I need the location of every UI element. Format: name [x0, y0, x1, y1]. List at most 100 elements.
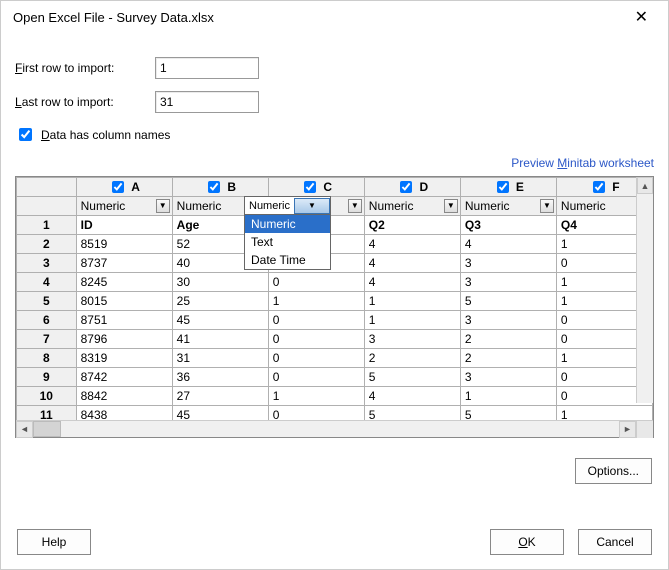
row-number: 2 — [17, 235, 77, 254]
row-number: 6 — [17, 311, 77, 330]
header-cell: Q3 — [460, 216, 556, 235]
chevron-down-icon[interactable]: ▼ — [348, 199, 362, 213]
data-cell: 3 — [460, 311, 556, 330]
data-cell: 4 — [364, 254, 460, 273]
data-cell: 0 — [268, 406, 364, 421]
data-cell: 2 — [364, 349, 460, 368]
data-cell: 1 — [268, 387, 364, 406]
column-include-checkbox[interactable] — [208, 181, 220, 193]
row-number: 11 — [17, 406, 77, 421]
column-type-dropdown-open[interactable]: Numeric ▼ Numeric Text Date Time — [244, 196, 331, 270]
column-type-value: Numeric — [465, 199, 510, 213]
data-cell: 8015 — [76, 292, 172, 311]
data-cell: 1 — [556, 406, 652, 421]
data-cell: 0 — [268, 273, 364, 292]
header-cell: ID — [76, 216, 172, 235]
last-row-label: Last row to import: — [15, 95, 155, 109]
dropdown-option-text[interactable]: Text — [245, 233, 330, 251]
data-cell: 5 — [364, 406, 460, 421]
first-row-input[interactable] — [155, 57, 259, 79]
data-cell: 1 — [268, 292, 364, 311]
cancel-button[interactable]: Cancel — [578, 529, 652, 555]
dropdown-option-numeric[interactable]: Numeric — [245, 215, 330, 233]
window-title: Open Excel File - Survey Data.xlsx — [13, 10, 625, 25]
chevron-down-icon[interactable]: ▼ — [294, 198, 330, 214]
data-cell: 5 — [364, 368, 460, 387]
chevron-down-icon[interactable]: ▼ — [540, 199, 554, 213]
data-cell: 45 — [172, 311, 268, 330]
data-cell: 3 — [460, 273, 556, 292]
column-header[interactable]: E — [461, 178, 556, 196]
column-include-checkbox[interactable] — [112, 181, 124, 193]
data-cell: 0 — [268, 311, 364, 330]
row-number: 8 — [17, 349, 77, 368]
column-header[interactable]: B — [173, 178, 268, 196]
data-cell: 27 — [172, 387, 268, 406]
row-number: 1 — [17, 216, 77, 235]
horizontal-scrollbar[interactable]: ◄ ► — [16, 420, 653, 437]
close-icon[interactable]: ✕ — [625, 3, 658, 31]
data-cell: 8751 — [76, 311, 172, 330]
row-number: 5 — [17, 292, 77, 311]
data-cell: 8842 — [76, 387, 172, 406]
data-cell: 3 — [364, 330, 460, 349]
chevron-down-icon[interactable]: ▼ — [156, 199, 170, 213]
data-cell: 8319 — [76, 349, 172, 368]
data-cell: 8742 — [76, 368, 172, 387]
last-row-input[interactable] — [155, 91, 259, 113]
data-cell: 4 — [364, 387, 460, 406]
column-type-select[interactable]: Numeric ▼ — [77, 197, 172, 215]
header-cell: Q2 — [364, 216, 460, 235]
column-type-select[interactable]: Numeric▼ — [365, 197, 460, 215]
data-cell: 30 — [172, 273, 268, 292]
data-cell: 2 — [460, 330, 556, 349]
column-header[interactable]: C — [269, 178, 364, 196]
help-button[interactable]: Help — [17, 529, 91, 555]
row-number: 3 — [17, 254, 77, 273]
data-cell: 8737 — [76, 254, 172, 273]
options-button[interactable]: Options... — [575, 458, 652, 484]
column-include-checkbox[interactable] — [304, 181, 316, 193]
chevron-down-icon[interactable]: ▼ — [444, 199, 458, 213]
scroll-left-icon[interactable]: ◄ — [16, 421, 33, 438]
column-letter: E — [516, 180, 524, 194]
data-preview-grid: ABCDEFNumeric▼Numeric▼Numeric▼Numeric▼Nu… — [15, 176, 654, 438]
column-type-select[interactable]: Numeric ▼ — [461, 197, 556, 215]
column-type-value: Numeric — [81, 199, 126, 213]
first-row-label: First row to import: — [15, 61, 155, 75]
data-cell: 8796 — [76, 330, 172, 349]
column-include-checkbox[interactable] — [593, 181, 605, 193]
data-cell: 25 — [172, 292, 268, 311]
data-cell: 8245 — [76, 273, 172, 292]
data-cell: 1 — [364, 292, 460, 311]
data-has-names-checkbox[interactable] — [19, 128, 32, 141]
row-number: 7 — [17, 330, 77, 349]
column-type-value: Numeric — [561, 199, 606, 213]
column-letter: D — [419, 180, 428, 194]
data-cell: 5 — [460, 406, 556, 421]
data-cell: 8519 — [76, 235, 172, 254]
data-cell: 2 — [460, 349, 556, 368]
data-cell: 0 — [268, 368, 364, 387]
preview-worksheet-link[interactable]: Preview Minitab worksheet — [511, 156, 654, 170]
column-letter: B — [227, 180, 236, 194]
column-include-checkbox[interactable] — [400, 181, 412, 193]
column-header[interactable]: D — [365, 178, 460, 196]
data-cell: 4 — [364, 235, 460, 254]
scrollbar-thumb[interactable] — [33, 421, 61, 437]
data-cell: 0 — [268, 330, 364, 349]
data-cell: 31 — [172, 349, 268, 368]
column-type-value: Numeric — [177, 199, 222, 213]
scroll-right-icon[interactable]: ► — [619, 421, 636, 438]
dropdown-option-datetime[interactable]: Date Time — [245, 251, 330, 269]
vertical-scrollbar[interactable]: ▲ — [636, 177, 653, 403]
scroll-up-icon[interactable]: ▲ — [637, 177, 653, 194]
data-cell: 3 — [460, 254, 556, 273]
data-cell: 4 — [364, 273, 460, 292]
data-cell: 5 — [460, 292, 556, 311]
column-include-checkbox[interactable] — [497, 181, 509, 193]
data-cell: 36 — [172, 368, 268, 387]
column-letter: A — [131, 180, 140, 194]
ok-button[interactable]: OK — [490, 529, 564, 555]
column-header[interactable]: A — [77, 178, 172, 196]
